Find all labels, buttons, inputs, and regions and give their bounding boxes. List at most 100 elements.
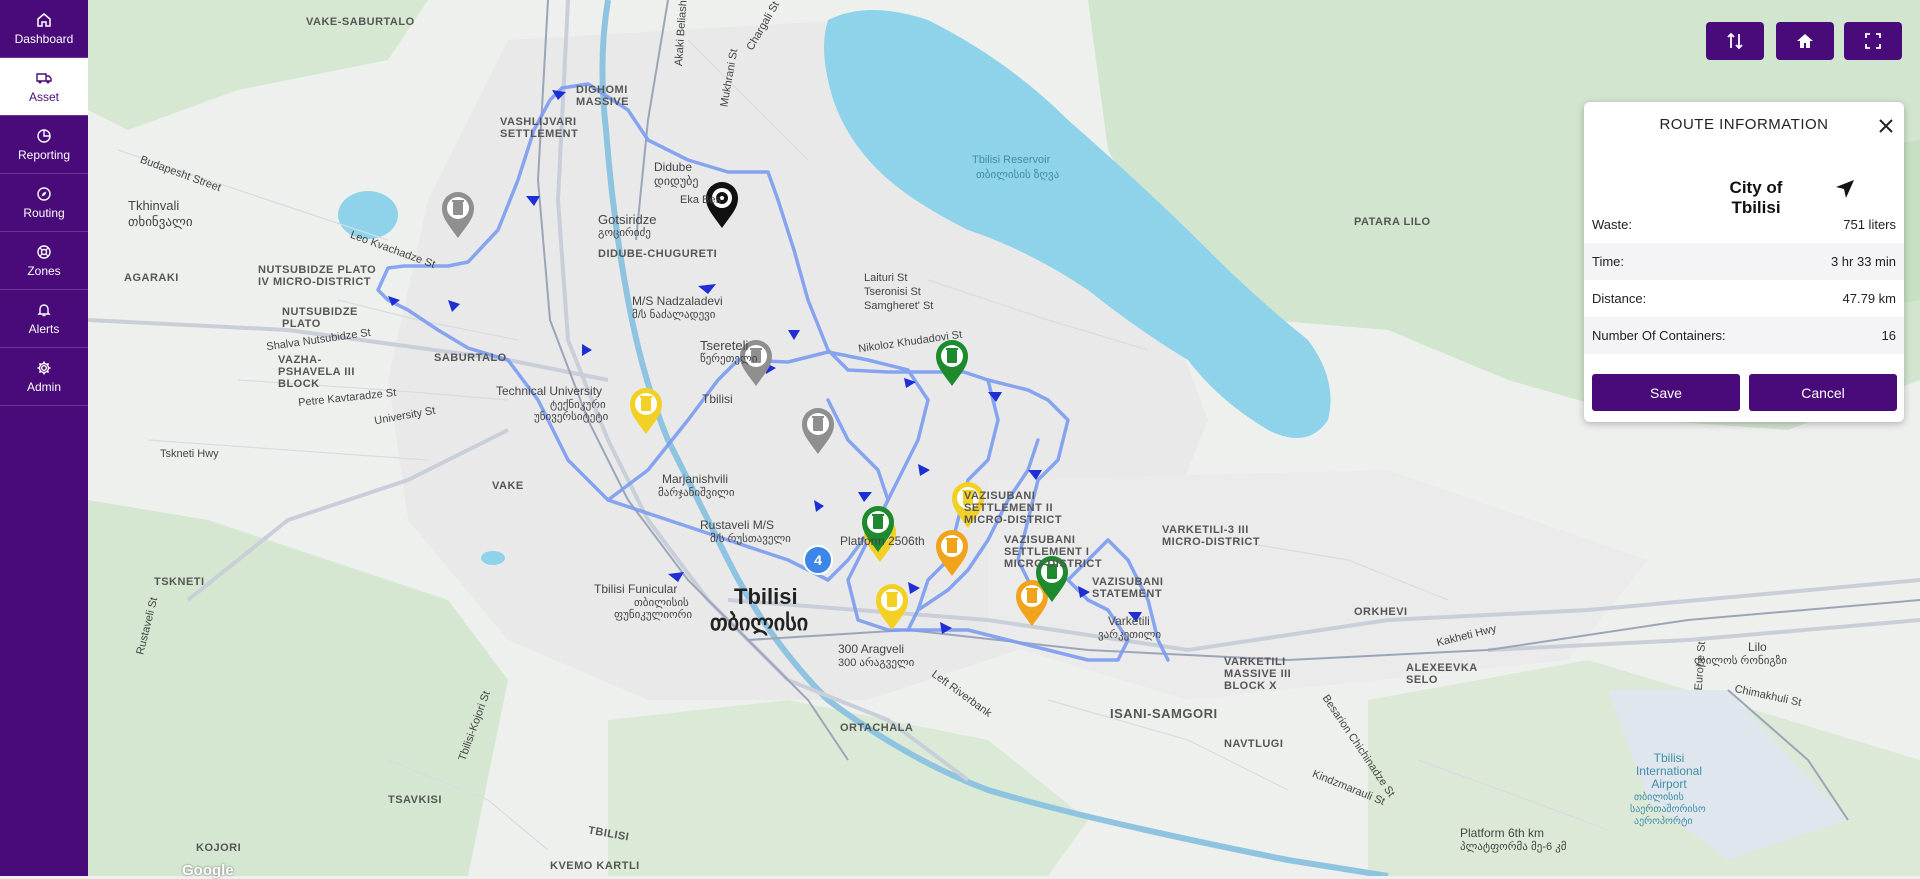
home-button[interactable] xyxy=(1776,22,1834,60)
map-label: თხინვალი xyxy=(128,214,193,229)
map-label: KVEMO KARTLI xyxy=(550,860,640,872)
sidebar-item-routing[interactable]: Routing xyxy=(0,174,88,232)
gear-icon xyxy=(37,361,51,374)
map-label: Tbilisi Reservoir xyxy=(972,154,1051,166)
row-label: Distance: xyxy=(1592,291,1647,306)
map-label: მ/ს რუსთაველი xyxy=(710,533,791,545)
map-label: Samgheret' St xyxy=(864,300,934,312)
google-logo: Google xyxy=(182,862,234,879)
map-label: Platform 6th km xyxy=(1460,826,1545,840)
sidebar-item-label: Alerts xyxy=(28,321,60,336)
map-label-city: Tbilisi xyxy=(734,584,798,609)
close-icon[interactable] xyxy=(1876,116,1896,136)
map-label: AGARAKI xyxy=(124,272,179,284)
map-label: ISANI-SAMGORI xyxy=(1110,706,1218,721)
row-value: 16 xyxy=(1881,328,1896,343)
sidebar-item-label: Admin xyxy=(26,379,61,394)
cancel-button[interactable]: Cancel xyxy=(1749,374,1897,411)
row-value: 751 liters xyxy=(1843,217,1896,232)
map-label: თბილისის ზღვა xyxy=(976,169,1060,181)
map-label: პლატფორმა მე-6 კმ xyxy=(1460,841,1567,853)
sidebar-item-reporting[interactable]: Reporting xyxy=(0,116,88,174)
map-label: SABURTALO xyxy=(434,352,507,364)
map-label: M/S Nadzaladevi xyxy=(632,294,723,308)
fullscreen-button[interactable] xyxy=(1844,22,1902,60)
pie-chart-icon xyxy=(37,128,51,143)
map-label: ORKHEVI xyxy=(1354,606,1408,618)
bell-icon xyxy=(37,303,51,316)
map-label: VAZHA-PSHAVELA III BLOCK xyxy=(278,354,355,390)
map-label: VASHLIJVARI SETTLEMENT xyxy=(500,116,579,140)
home-icon xyxy=(1797,34,1813,48)
row-value: 47.79 km xyxy=(1842,291,1896,306)
home-icon xyxy=(37,12,51,27)
map-label: DIGHOMI MASSIVE xyxy=(576,84,630,108)
sidebar-item-zones[interactable]: Zones xyxy=(0,232,88,290)
map-label: Tskneti Hwy xyxy=(160,448,219,460)
map-label: TSKNETI xyxy=(154,576,205,588)
sidebar-item-label: Dashboard xyxy=(14,31,74,46)
route-swap-button[interactable] xyxy=(1706,22,1764,60)
map-label: ORTACHALA xyxy=(840,722,914,734)
route-row-distance: Distance: 47.79 km xyxy=(1584,280,1904,317)
sidebar-item-admin[interactable]: Admin xyxy=(0,348,88,406)
map-label: NUTSUBIDZE PLATO xyxy=(282,306,358,330)
map-label: VAZISUBANI STATEMENT xyxy=(1092,576,1164,600)
map-label: Varketili xyxy=(1108,614,1150,628)
map-label: Technical University xyxy=(496,384,603,398)
route-row-containers: Number Of Containers: 16 xyxy=(1584,317,1904,354)
row-label: Number Of Containers: xyxy=(1592,328,1726,343)
map-label: TSAVKISI xyxy=(388,794,442,806)
map-label: Marjanishvili xyxy=(662,472,729,486)
map-label: უნივერსიტეტი xyxy=(534,411,609,423)
map-label: 300 არაგველი xyxy=(838,657,915,669)
route-swap-icon xyxy=(1727,32,1743,50)
map-label: დიდუბე xyxy=(654,174,699,188)
save-button[interactable]: Save xyxy=(1592,374,1740,411)
row-label: Time: xyxy=(1592,254,1625,269)
map-label: Tseronisi St xyxy=(864,286,921,298)
route-info-panel: ROUTE INFORMATION City of Tbilisi Waste:… xyxy=(1584,102,1904,422)
map-label: Didube xyxy=(654,160,693,174)
map-label: DIDUBE-CHUGURETI xyxy=(598,248,718,260)
map-label: ფუნიკულიორი xyxy=(614,609,693,621)
sidebar-item-label: Routing xyxy=(23,205,65,220)
route-row-waste: Waste: 751 liters xyxy=(1584,206,1904,243)
map-label: მარჯანიშვილი xyxy=(658,487,735,499)
map-label: Tbilisi International Airport xyxy=(1635,751,1703,791)
sidebar-item-asset[interactable]: Asset xyxy=(0,58,88,116)
map-label: VAZISUBANI SETTLEMENT I MICRO-DISTRICT xyxy=(1004,534,1103,570)
map-label: საერთაშორისო xyxy=(1630,804,1706,815)
truck-icon xyxy=(36,72,52,83)
navigation-arrow-icon[interactable] xyxy=(1834,178,1856,200)
map-label: Tbilisi xyxy=(702,392,733,406)
map-label: NAVTLUGI xyxy=(1224,738,1284,750)
zones-icon xyxy=(37,244,51,259)
map-label: წერეთელი xyxy=(700,353,758,365)
sidebar-item-label: Reporting xyxy=(17,147,71,162)
cluster-count: 4 xyxy=(814,552,822,568)
panel-title: ROUTE INFORMATION xyxy=(1659,116,1829,133)
map-label: Eka Bes xyxy=(680,194,721,206)
fullscreen-icon xyxy=(1865,33,1881,49)
sidebar-item-dashboard[interactable]: Dashboard xyxy=(0,0,88,58)
sidebar-item-label: Zones xyxy=(27,263,61,278)
map-label: VAZISUBANI SETTLEMENT II MICRO-DISTRICT xyxy=(964,490,1063,526)
map-label: გოცირიძე xyxy=(598,227,651,239)
map-label: Tbilisi Funicular xyxy=(594,582,678,596)
row-value: 3 hr 33 min xyxy=(1830,254,1896,269)
map-label-city-ka: თბილისი xyxy=(710,610,809,635)
map-label: Tkhinvali xyxy=(128,198,180,213)
map-label: PATARA LILO xyxy=(1354,216,1431,228)
route-row-time: Time: 3 hr 33 min xyxy=(1584,243,1904,280)
map-label: Rustaveli M/S xyxy=(700,518,775,532)
map-label: Gotsiridze xyxy=(598,212,657,227)
map-label: მ/ს ნაძალადევი xyxy=(632,309,716,321)
map-label: ლილოს რონიგზი xyxy=(1694,655,1787,667)
sidebar-item-alerts[interactable]: Alerts xyxy=(0,290,88,348)
map-label: NUTSUBIDZE PLATO IV MICRO-DISTRICT xyxy=(258,264,377,288)
map-label: Laituri St xyxy=(864,272,908,284)
map-label: 300 Aragveli xyxy=(838,642,905,656)
map-label: თბილისის xyxy=(1634,792,1684,803)
sidebar-item-label: Asset xyxy=(28,89,59,104)
